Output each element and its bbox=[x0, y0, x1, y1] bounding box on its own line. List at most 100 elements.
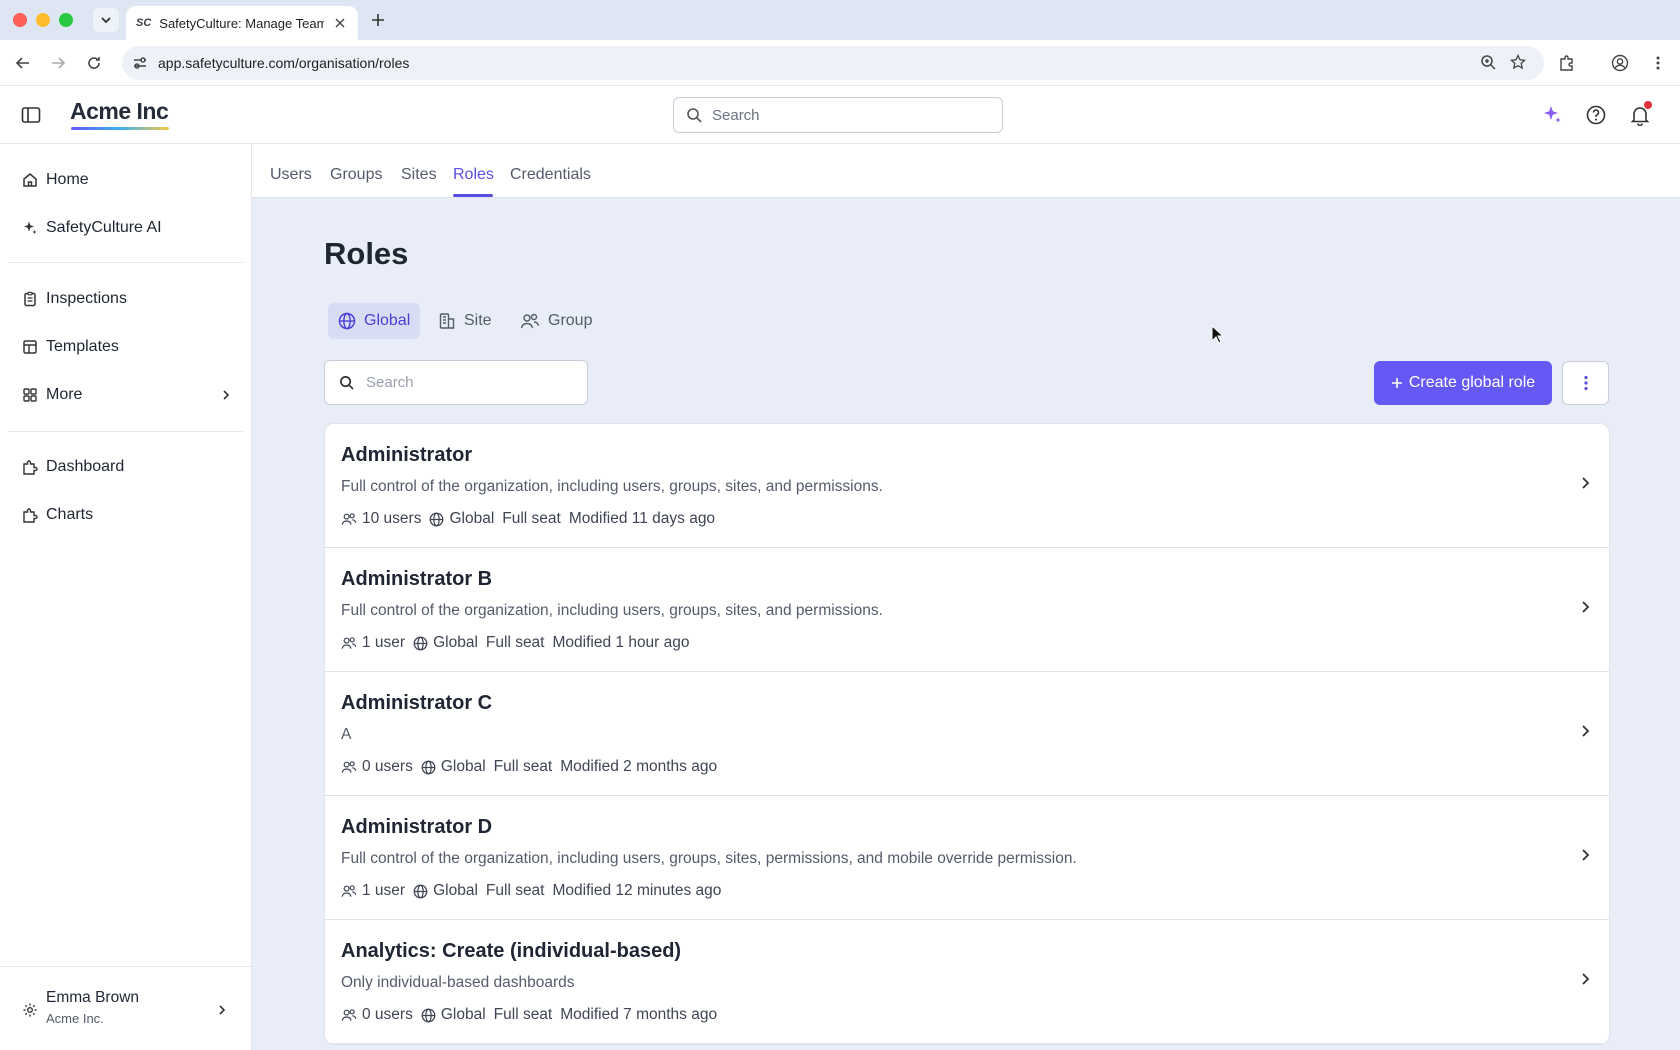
roles-list: Administrator Full control of the organiz… bbox=[324, 423, 1610, 1045]
role-meta: 1 user Global Full seat Modified 1 hour ago bbox=[341, 632, 1593, 654]
logo-underline bbox=[71, 127, 169, 130]
zoom-icon[interactable] bbox=[1480, 54, 1496, 70]
arrow-left-icon bbox=[15, 57, 29, 69]
back-button[interactable] bbox=[12, 52, 34, 74]
notification-badge bbox=[1644, 101, 1652, 109]
roles-search-placeholder: Search bbox=[366, 374, 414, 391]
globe-icon bbox=[338, 312, 356, 330]
role-row[interactable]: Administrator C A 0 users Global Full seat Mo… bbox=[325, 672, 1609, 796]
star-icon[interactable] bbox=[1510, 54, 1526, 70]
sidebar-item-label: Inspections bbox=[46, 290, 127, 307]
role-open-chevron[interactable] bbox=[1579, 476, 1591, 490]
puzzle-icon bbox=[23, 508, 38, 523]
url-text: app.safetyculture.com/organisation/roles bbox=[158, 55, 410, 71]
segment-global[interactable]: Global bbox=[328, 303, 421, 339]
segment-group[interactable]: Group bbox=[510, 303, 602, 339]
sidebar-item-label: SafetyCulture AI bbox=[46, 219, 162, 236]
role-meta: 1 user Global Full seat Modified 12 minutes… bbox=[341, 880, 1593, 902]
role-open-chevron[interactable] bbox=[1579, 972, 1591, 986]
sidebar: Home SafetyCulture AI Inspections Templa… bbox=[0, 144, 252, 1050]
sidebar-item-dashboard[interactable]: Dashboard bbox=[22, 452, 232, 482]
create-global-role-button[interactable]: Create global role bbox=[1374, 361, 1552, 405]
close-window-button[interactable] bbox=[13, 13, 27, 27]
role-meta: 0 users Global Full seat Modified 7 months … bbox=[341, 1004, 1593, 1026]
sidebar-toggle-button[interactable] bbox=[20, 104, 42, 126]
reload-button[interactable] bbox=[83, 52, 105, 74]
browser-menu-button[interactable] bbox=[1647, 52, 1669, 74]
browser-tab[interactable]: SC SafetyCulture: Manage Teams bbox=[126, 6, 358, 40]
sidebar-item-label: More bbox=[46, 386, 83, 403]
chevron-right-icon bbox=[223, 390, 230, 400]
sidebar-item-charts[interactable]: Charts bbox=[22, 500, 232, 530]
extensions-button[interactable] bbox=[1556, 52, 1578, 74]
globe-icon bbox=[421, 760, 436, 774]
main-content: Users Groups Sites Roles Credentials Rol… bbox=[252, 144, 1680, 1050]
sidebar-item-label: Charts bbox=[46, 506, 94, 523]
role-description: Only individual-based dashboards bbox=[341, 974, 575, 991]
tab-close-button[interactable] bbox=[332, 15, 348, 31]
more-options-button[interactable] bbox=[1562, 361, 1609, 405]
sidebar-divider bbox=[8, 262, 243, 263]
search-icon bbox=[687, 108, 702, 123]
role-modified: Modified 12 minutes ago bbox=[552, 882, 722, 899]
role-open-chevron[interactable] bbox=[1579, 848, 1591, 862]
tab-roles[interactable]: Roles bbox=[453, 166, 494, 184]
roles-search-input[interactable]: Search bbox=[324, 360, 588, 405]
role-row[interactable]: Analytics: Create (individual-based) Only… bbox=[325, 920, 1609, 1044]
tab-search-button[interactable] bbox=[93, 8, 119, 32]
help-button[interactable] bbox=[1584, 103, 1608, 127]
site-settings-icon[interactable] bbox=[132, 55, 148, 71]
notifications-button[interactable] bbox=[1628, 101, 1652, 127]
ai-assistant-button[interactable] bbox=[1540, 103, 1564, 127]
users-icon bbox=[341, 513, 357, 525]
forward-button[interactable] bbox=[47, 52, 69, 74]
tab-sites[interactable]: Sites bbox=[401, 166, 437, 184]
omnibox[interactable]: app.safetyculture.com/organisation/roles bbox=[122, 46, 1544, 80]
role-seat: Full seat bbox=[485, 882, 545, 899]
role-row[interactable]: Administrator B Full control of the organ… bbox=[325, 548, 1609, 672]
role-scope: Global bbox=[440, 758, 486, 775]
global-search-input[interactable]: Search bbox=[673, 97, 1003, 133]
page-title: Roles bbox=[324, 236, 409, 271]
sidebar-item-inspections[interactable]: Inspections bbox=[22, 284, 232, 314]
sidebar-item-safetyculture-ai[interactable]: SafetyCulture AI bbox=[22, 213, 232, 243]
role-row[interactable]: Administrator D Full control of the organ… bbox=[325, 796, 1609, 920]
role-user-count: 0 users bbox=[362, 1006, 413, 1023]
tab-users[interactable]: Users bbox=[270, 166, 312, 184]
tab-credentials[interactable]: Credentials bbox=[510, 166, 591, 184]
sidebar-item-more[interactable]: More bbox=[22, 380, 232, 410]
role-user-count: 1 user bbox=[362, 882, 406, 899]
profile-icon bbox=[1611, 54, 1629, 72]
role-name: Administrator D bbox=[341, 816, 493, 838]
sidebar-item-templates[interactable]: Templates bbox=[22, 332, 232, 362]
chevron-right-icon bbox=[219, 1005, 226, 1015]
globe-icon bbox=[413, 636, 428, 650]
segment-site[interactable]: Site bbox=[428, 303, 502, 339]
segment-label: Global bbox=[364, 312, 411, 329]
role-seat: Full seat bbox=[485, 634, 545, 651]
role-open-chevron[interactable] bbox=[1579, 724, 1591, 738]
role-row[interactable]: Administrator Full control of the organiz… bbox=[325, 424, 1609, 548]
global-search-placeholder: Search bbox=[712, 106, 760, 124]
logo[interactable]: Acme Inc bbox=[70, 98, 169, 125]
mouse-cursor-icon bbox=[1211, 325, 1225, 344]
chevron-right-icon bbox=[1582, 849, 1590, 861]
gear-icon bbox=[23, 1003, 37, 1017]
create-button-label: Create global role bbox=[1408, 374, 1536, 391]
role-open-chevron[interactable] bbox=[1579, 600, 1591, 614]
kebab-icon bbox=[1656, 56, 1660, 70]
sidebar-item-home[interactable]: Home bbox=[22, 165, 232, 195]
role-scope: Global bbox=[440, 1006, 486, 1023]
tab-groups[interactable]: Groups bbox=[330, 166, 382, 184]
building-icon bbox=[439, 313, 455, 329]
role-description: A bbox=[341, 726, 352, 743]
maximize-window-button[interactable] bbox=[59, 13, 73, 27]
role-name: Analytics: Create (individual-based) bbox=[341, 940, 682, 962]
new-tab-button[interactable] bbox=[368, 10, 388, 30]
user-menu[interactable]: Emma Brown Acme Inc. bbox=[0, 966, 252, 1050]
role-user-count: 10 users bbox=[362, 510, 422, 527]
plus-icon bbox=[1391, 378, 1402, 388]
minimize-window-button[interactable] bbox=[36, 13, 50, 27]
browser-tab-strip: SC SafetyCulture: Manage Teams bbox=[0, 0, 1680, 40]
profile-button[interactable] bbox=[1609, 52, 1631, 74]
